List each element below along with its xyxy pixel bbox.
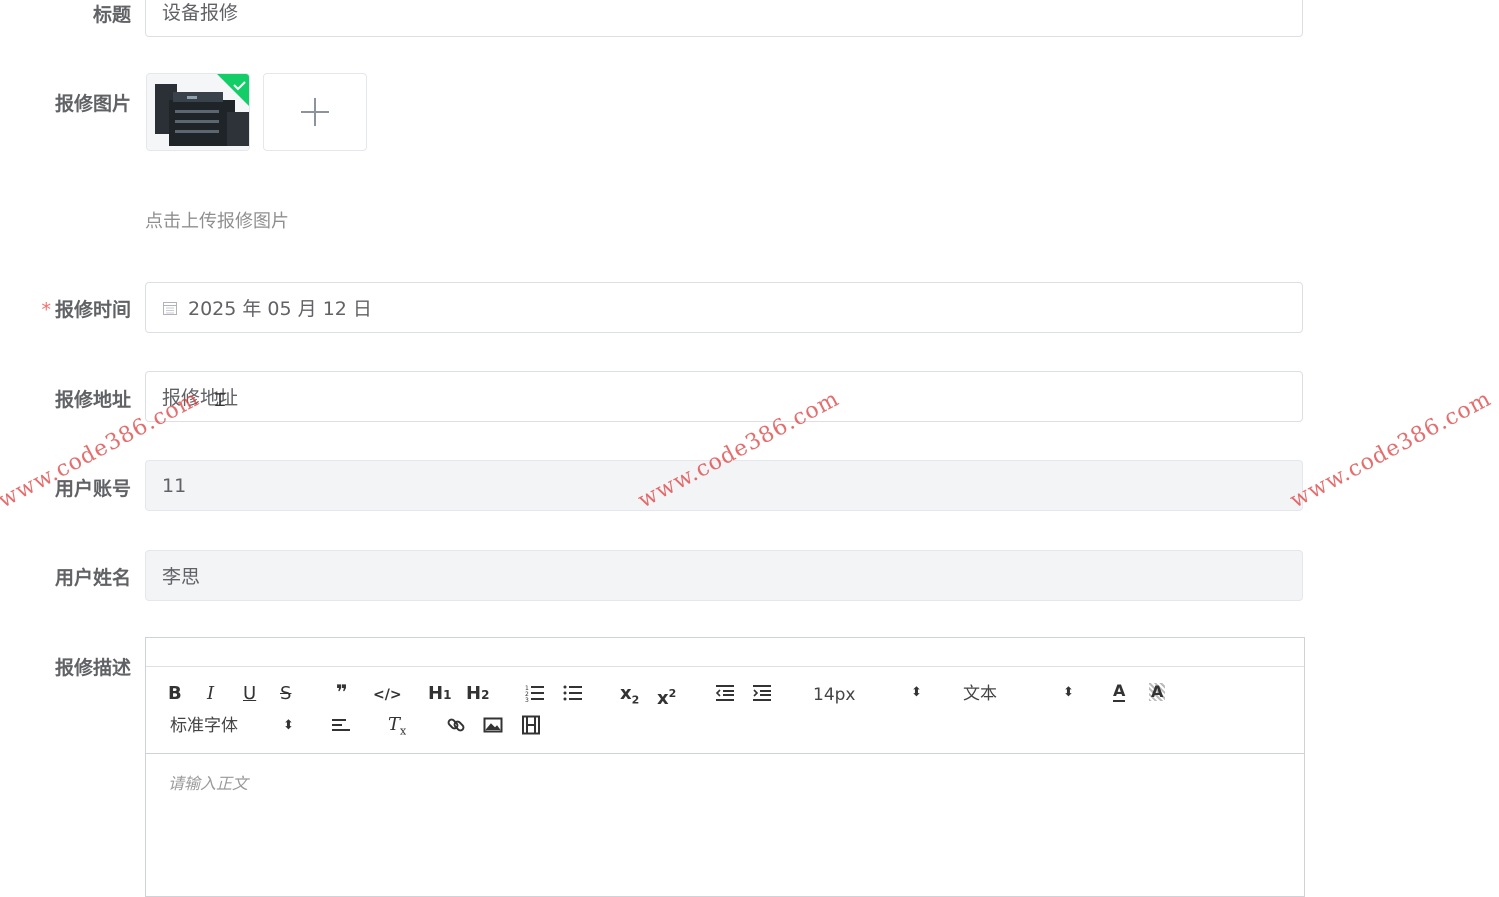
font-color-icon[interactable]: A <box>1113 682 1126 702</box>
header2-icon[interactable]: H2 <box>466 684 489 705</box>
printer-image <box>147 74 249 150</box>
address-label: 报修地址 <box>54 389 131 411</box>
title-input-value: 设备报修 <box>162 2 239 24</box>
font-family-arrows-icon[interactable]: ⬍ <box>283 716 294 736</box>
rich-text-editor[interactable]: B I U S ❞ </> H1 H2 123 x2 x2 14px ⬍ 文本 … <box>145 637 1305 897</box>
editor-body[interactable]: 请输入正文 <box>146 754 1304 810</box>
title-input[interactable]: 设备报修 <box>145 0 1303 37</box>
bullet-list-icon[interactable] <box>563 683 583 708</box>
uploaded-image-thumb[interactable] <box>146 73 250 151</box>
outdent-icon[interactable] <box>715 683 735 708</box>
title-label: 标题 <box>92 4 131 26</box>
image-label: 报修图片 <box>54 93 131 115</box>
time-label: * 报修时间 <box>41 295 131 322</box>
date-value: 2025 年 05 月 12 日 <box>188 298 372 320</box>
bold-icon[interactable]: B <box>168 684 182 704</box>
indent-icon[interactable] <box>752 683 772 708</box>
header-arrows-icon[interactable]: ⬍ <box>1063 683 1074 703</box>
clear-format-icon[interactable]: Tx <box>388 715 406 742</box>
required-mark: * <box>41 299 51 321</box>
time-label-text: 报修时间 <box>54 299 131 321</box>
name-value: 李思 <box>162 566 201 588</box>
date-picker[interactable]: 2025 年 05 月 12 日 <box>145 282 1303 333</box>
font-size-arrows-icon[interactable]: ⬍ <box>911 683 922 703</box>
plus-icon <box>301 98 329 126</box>
code-block-icon[interactable]: </> <box>373 685 402 705</box>
align-icon[interactable] <box>331 715 351 740</box>
font-size-select[interactable]: 14px <box>813 685 855 705</box>
name-label: 用户姓名 <box>54 567 131 589</box>
name-input: 李思 <box>145 550 1303 601</box>
italic-icon[interactable]: I <box>207 684 214 704</box>
superscript-icon[interactable]: x2 <box>657 684 676 709</box>
strike-icon[interactable]: S <box>280 684 291 704</box>
calendar-icon <box>163 301 177 315</box>
header1-icon[interactable]: H1 <box>428 684 451 705</box>
header-select[interactable]: 文本 <box>963 684 997 704</box>
editor-placeholder: 请输入正文 <box>168 774 249 793</box>
desc-label: 报修描述 <box>54 657 131 679</box>
svg-text:3: 3 <box>525 697 529 703</box>
image-icon[interactable] <box>483 715 503 740</box>
font-family-select[interactable]: 标准字体 <box>170 716 238 736</box>
watermark: www.code386.com <box>1286 386 1496 514</box>
editor-top-strip <box>146 638 1304 667</box>
account-value: 11 <box>162 474 187 497</box>
address-input[interactable]: 报修地址 <box>145 371 1303 422</box>
background-color-icon[interactable]: A <box>1149 683 1166 701</box>
upload-tip: 点击上传报修图片 <box>145 211 289 232</box>
link-icon[interactable] <box>446 715 466 740</box>
blockquote-icon[interactable]: ❞ <box>336 682 348 702</box>
underline-icon[interactable]: U <box>243 684 256 704</box>
video-icon[interactable] <box>521 715 541 740</box>
editor-toolbar: B I U S ❞ </> H1 H2 123 x2 x2 14px ⬍ 文本 … <box>146 667 1304 754</box>
ordered-list-icon[interactable]: 123 <box>525 683 545 708</box>
text-cursor-icon: Ɪ <box>215 390 226 411</box>
add-image-button[interactable] <box>263 73 367 151</box>
subscript-icon[interactable]: x2 <box>620 684 639 711</box>
